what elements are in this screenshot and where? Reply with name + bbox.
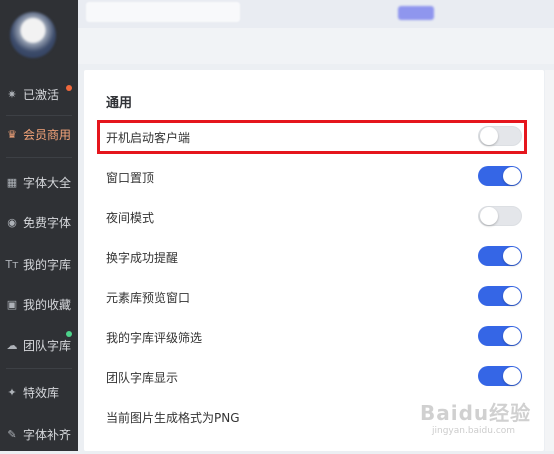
vip-badge-icon: ♛	[7, 127, 17, 141]
avatar[interactable]	[10, 12, 56, 58]
toggle-knob	[503, 287, 521, 305]
folder-icon: ▣	[6, 297, 18, 311]
night-mode-toggle[interactable]	[478, 206, 522, 226]
sidebar-item-all-fonts[interactable]: ▦ 字体大全	[0, 162, 78, 202]
setting-label-image-format: 当前图片生成格式为PNG	[106, 411, 240, 425]
always-on-top-toggle[interactable]	[478, 166, 522, 186]
sidebar-item-my-favorites[interactable]: ▣ 我的收藏	[0, 284, 78, 324]
highlight-box	[97, 120, 527, 154]
grid-icon: ▦	[6, 175, 18, 189]
sidebar-item-activated[interactable]: ✷ 已激活	[0, 74, 78, 114]
font-tt-icon: Tт	[5, 257, 19, 271]
sidebar-item-effects[interactable]: ✦ 特效库	[0, 372, 78, 412]
team-icon: ☁	[6, 338, 18, 352]
activated-badge-dot	[66, 85, 72, 91]
replace-success-tip-toggle[interactable]	[478, 246, 522, 266]
toggle-knob	[503, 167, 521, 185]
sidebar-item-label: 免费字体	[23, 215, 72, 230]
sidebar-item-label: 特效库	[23, 385, 60, 400]
setting-label-night-mode: 夜间模式	[106, 211, 155, 225]
sub-header	[78, 28, 554, 64]
top-action-button[interactable]	[398, 6, 434, 20]
setting-label-element-preview: 元素库预览窗口	[106, 291, 191, 305]
sidebar-item-vip-commercial[interactable]: ♛ 会员商用	[0, 114, 78, 154]
team-fonts-display-toggle[interactable]	[478, 366, 522, 386]
sidebar-item-font-fill[interactable]: ✎ 字体补齐	[0, 414, 78, 454]
sidebar-item-free-fonts[interactable]: ◉ 免费字体	[0, 202, 78, 242]
sidebar-divider	[6, 157, 72, 158]
setting-label-team-fonts-display: 团队字库显示	[106, 371, 179, 385]
sidebar-item-my-fonts[interactable]: Tт 我的字库	[0, 244, 78, 284]
toggle-knob	[503, 367, 521, 385]
sidebar-item-label: 已激活	[23, 87, 60, 102]
lightbulb-icon: ✷	[7, 87, 17, 101]
team-badge-dot	[66, 331, 72, 337]
sidebar: ✷ 已激活 ♛ 会员商用 ▦ 字体大全 ◉ 免费字体 Tт 我的字库 ▣ 我的收…	[0, 0, 78, 451]
setting-label-always-on-top: 窗口置顶	[106, 171, 155, 185]
sidebar-item-label: 我的字库	[23, 257, 72, 272]
setting-label-rating-filter: 我的字库评级筛选	[106, 331, 203, 345]
watermark-logo: Baidu经验	[420, 401, 532, 425]
toggle-knob	[480, 207, 498, 225]
sidebar-item-label: 会员商用	[23, 127, 72, 142]
section-title: 通用	[106, 96, 133, 111]
search-input[interactable]	[86, 2, 240, 22]
globe-icon: ◉	[7, 215, 17, 229]
scrollbar[interactable]	[545, 70, 554, 451]
sidebar-item-label: 团队字库	[23, 338, 72, 353]
toggle-knob	[503, 327, 521, 345]
sidebar-item-label: 我的收藏	[23, 297, 72, 312]
sidebar-item-label: 字体补齐	[23, 427, 72, 442]
watermark-url: jingyan.baidu.com	[432, 426, 516, 436]
wrench-icon: ✎	[7, 427, 17, 441]
effects-icon: ✦	[7, 385, 17, 399]
sidebar-divider	[6, 368, 72, 369]
sidebar-item-label: 字体大全	[23, 175, 72, 190]
setting-label-replace-success-tip: 换字成功提醒	[106, 251, 179, 265]
element-preview-toggle[interactable]	[478, 286, 522, 306]
toggle-knob	[503, 247, 521, 265]
rating-filter-toggle[interactable]	[478, 326, 522, 346]
